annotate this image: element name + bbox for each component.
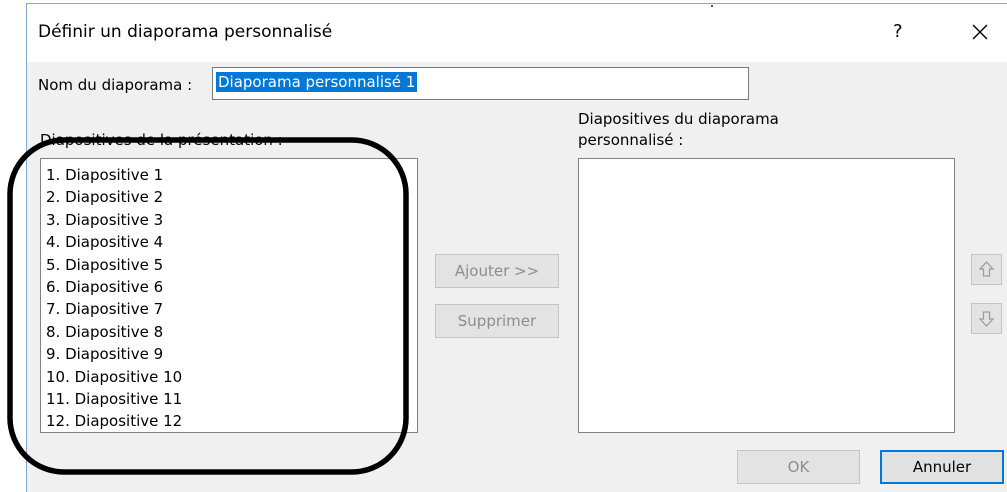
- custom-slides-list[interactable]: [578, 158, 955, 433]
- show-name-label: Nom du diaporama :: [38, 76, 193, 94]
- custom-slides-label-line1: Diapositives du diaporama: [578, 110, 779, 128]
- add-button[interactable]: Ajouter >>: [435, 254, 559, 288]
- close-icon: [972, 24, 988, 40]
- move-down-button[interactable]: [971, 303, 1002, 334]
- dialog-titlebar: Définir un diaporama personnalisé ?: [27, 4, 1007, 62]
- presentation-slides-list[interactable]: 1. Diapositive 1 2. Diapositive 2 3. Diapo…: [40, 158, 418, 433]
- slide-list-item[interactable]: 7. Diapositive 7: [46, 298, 417, 320]
- arrow-up-icon: [978, 261, 995, 277]
- move-up-button[interactable]: [971, 254, 1002, 285]
- remove-button[interactable]: Supprimer: [435, 304, 559, 338]
- close-button[interactable]: [967, 19, 993, 45]
- presentation-slides-label: Diapositives de la présentation :: [40, 131, 283, 149]
- slide-list-item[interactable]: 9. Diapositive 9: [46, 343, 417, 365]
- slide-list-item[interactable]: 11. Diapositive 11: [46, 388, 417, 410]
- slide-list-item[interactable]: 6. Diapositive 6: [46, 276, 417, 298]
- slide-list-item[interactable]: 1. Diapositive 1: [46, 164, 417, 186]
- stray-dot: [711, 5, 713, 7]
- show-name-input[interactable]: Diaporama personnalisé 1: [212, 67, 749, 100]
- dialog-title: Définir un diaporama personnalisé: [38, 22, 333, 42]
- custom-show-dialog: Définir un diaporama personnalisé ? Nom …: [26, 3, 1007, 492]
- slide-list-item[interactable]: 10. Diapositive 10: [46, 366, 417, 388]
- slide-list-item[interactable]: 3. Diapositive 3: [46, 209, 417, 231]
- slide-list-item[interactable]: 2. Diapositive 2: [46, 186, 417, 208]
- cancel-button[interactable]: Annuler: [880, 450, 1004, 484]
- slide-list-item[interactable]: 5. Diapositive 5: [46, 254, 417, 276]
- arrow-down-icon: [978, 311, 995, 327]
- slide-list-item[interactable]: 4. Diapositive 4: [46, 231, 417, 253]
- help-button[interactable]: ?: [893, 22, 903, 42]
- custom-slides-label-line2: personnalisé :: [578, 131, 684, 149]
- slide-list-item[interactable]: 8. Diapositive 8: [46, 321, 417, 343]
- ok-button[interactable]: OK: [737, 450, 860, 484]
- slide-list-item[interactable]: 12. Diapositive 12: [46, 410, 417, 432]
- show-name-value: Diaporama personnalisé 1: [216, 72, 418, 92]
